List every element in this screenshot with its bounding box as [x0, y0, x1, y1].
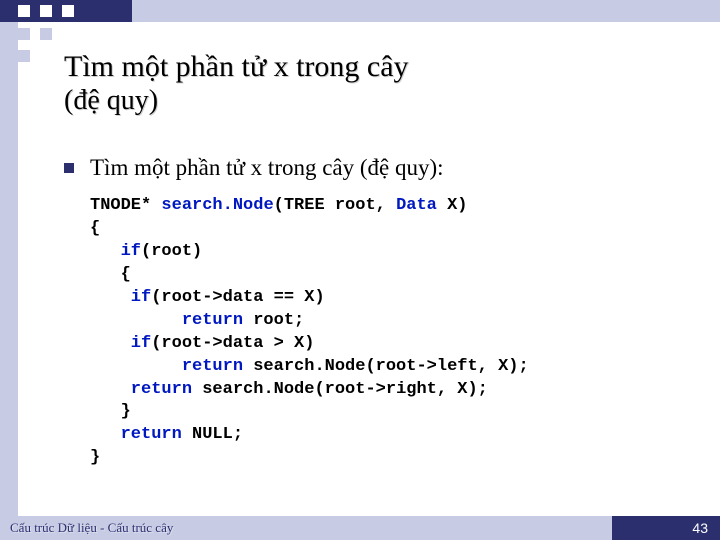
code-kw: return — [90, 425, 182, 444]
code-text: (root) — [141, 242, 202, 261]
deco-square — [40, 28, 52, 40]
title-line2: (đệ quy) — [64, 85, 158, 116]
code-text: X) — [437, 196, 468, 215]
slide-title: Tìm một phần tử x trong cây (đệ quy) — [64, 50, 409, 117]
code-text: { — [90, 219, 100, 238]
deco-square — [18, 28, 30, 40]
code-kw: return — [90, 357, 243, 376]
code-text: (TREE root, — [274, 196, 396, 215]
sidebar — [0, 22, 18, 516]
code-text: root; — [243, 311, 304, 330]
code-kw: if — [90, 288, 151, 307]
code-text: } — [90, 448, 100, 467]
code-kw: return — [90, 311, 243, 330]
code-text: search.Node(root->right, X); — [192, 380, 488, 399]
bullet-text: Tìm một phần tử x trong cây (đệ quy): — [90, 155, 444, 181]
topbar-light — [132, 0, 720, 22]
code-block: TNODE* search.Node(TREE root, Data X) { … — [90, 195, 529, 470]
code-text: (root->data == X) — [151, 288, 324, 307]
code-text: (root->data > X) — [151, 334, 314, 353]
title-line1: Tìm một phần tử x trong cây — [64, 50, 409, 83]
code-kw: if — [90, 334, 151, 353]
deco-square — [40, 5, 52, 17]
deco-square — [62, 5, 74, 17]
page-number: 43 — [692, 520, 708, 536]
code-text: NULL; — [182, 425, 243, 444]
footer: Cấu trúc Dữ liệu - Cấu trúc cây 43 — [0, 516, 720, 540]
bullet-icon — [64, 163, 74, 173]
bullet-row: Tìm một phần tử x trong cây (đệ quy): — [64, 155, 444, 181]
deco-square — [18, 5, 30, 17]
topbar — [0, 0, 720, 22]
footer-text: Cấu trúc Dữ liệu - Cấu trúc cây — [10, 520, 173, 536]
code-text: { — [90, 265, 131, 284]
code-kw: Data — [396, 196, 437, 215]
code-text: } — [90, 402, 131, 421]
code-kw: if — [90, 242, 141, 261]
code-text: TNODE* — [90, 196, 161, 215]
deco-square — [18, 50, 30, 62]
code-text: search.Node(root->left, X); — [243, 357, 529, 376]
code-kw: return — [90, 380, 192, 399]
code-kw: search.Node — [161, 196, 273, 215]
